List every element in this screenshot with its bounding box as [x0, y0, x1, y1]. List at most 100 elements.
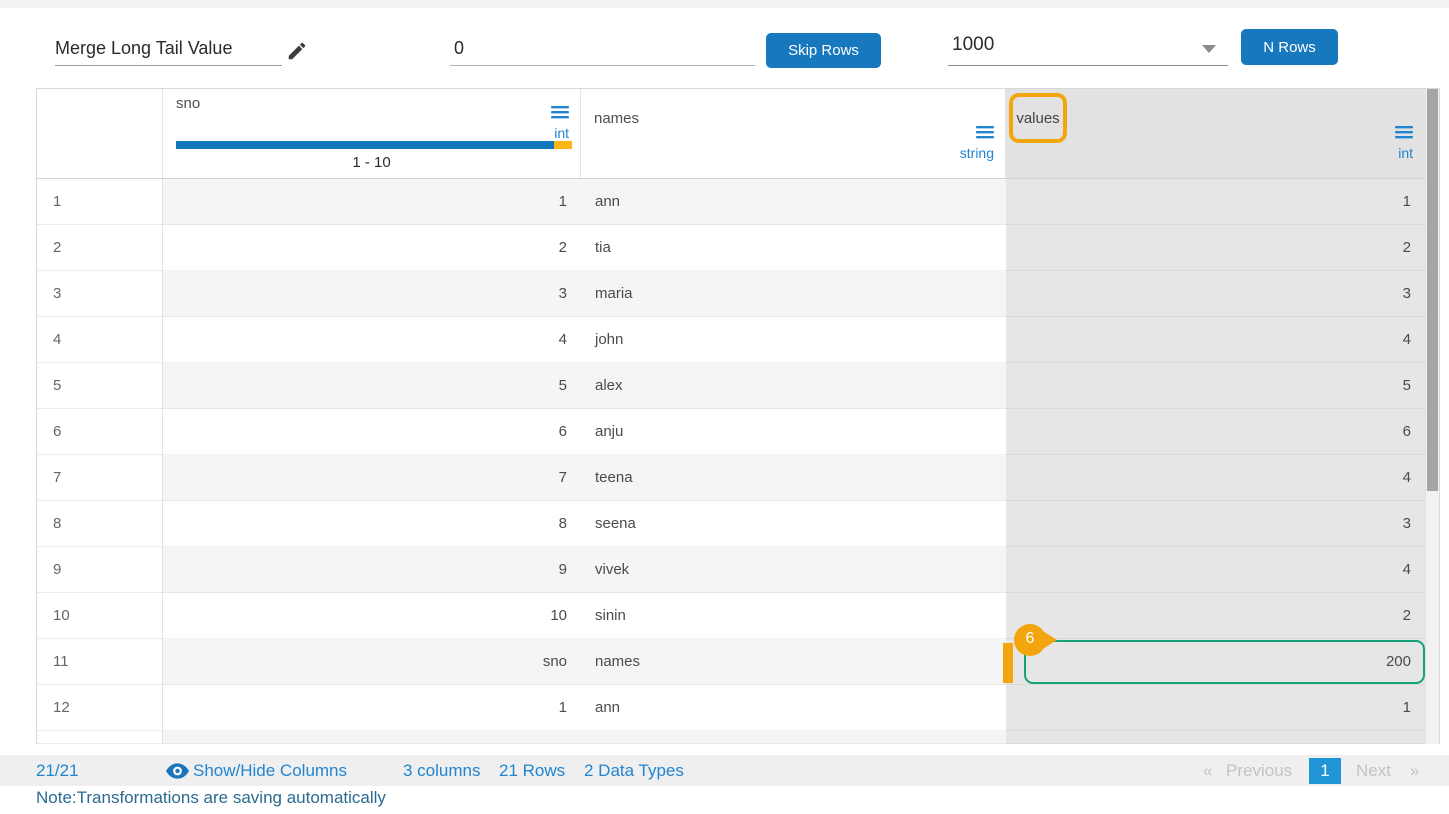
row-index-cell: 8: [37, 501, 163, 547]
values-cell[interactable]: 1 6: [1006, 179, 1425, 225]
sno-cell[interactable]: 4: [163, 317, 581, 363]
data-table: sno int 1 - 10 names string values int 1…: [36, 88, 1440, 744]
names-cell[interactable]: teena: [581, 455, 1006, 501]
sno-cell[interactable]: 3: [163, 271, 581, 317]
values-cell[interactable]: 5 6: [1006, 363, 1425, 409]
sno-cell[interactable]: 1: [163, 685, 581, 731]
table-row: 10 10 sinin 2 6: [37, 593, 1439, 639]
sno-cell[interactable]: 2: [163, 225, 581, 271]
table-row: 11 sno names 200 6: [37, 624, 1439, 685]
row-index-cell: 10: [37, 593, 163, 639]
row-index-cell: 7: [37, 455, 163, 501]
row-index-cell: 5: [37, 363, 163, 409]
rows-summary: 21 Rows: [499, 761, 566, 780]
current-page-button[interactable]: 1: [1309, 758, 1341, 784]
selected-column-highlight-box[interactable]: values: [1009, 93, 1067, 143]
histogram-bar-tip: [554, 141, 572, 149]
next-page-icon[interactable]: »: [1410, 761, 1419, 781]
names-cell[interactable]: vivek: [581, 547, 1006, 593]
top-strip: [0, 0, 1449, 8]
sno-cell[interactable]: 1: [163, 179, 581, 225]
annotation-badge-icon: 6: [1014, 624, 1058, 656]
names-cell[interactable]: names: [581, 639, 1006, 685]
n-rows-select[interactable]: 1000: [948, 30, 1228, 66]
row-index-cell: 9: [37, 547, 163, 593]
table-header: sno int 1 - 10 names string values int: [37, 89, 1439, 179]
autosave-note: Note:Transformations are saving automati…: [36, 788, 386, 807]
status-bar: 21/21 Show/Hide Columns 3 columns 21 Row…: [0, 755, 1449, 786]
chevron-down-icon: [1202, 45, 1216, 53]
eye-icon: [166, 763, 189, 779]
values-cell[interactable]: 3 6: [1006, 501, 1425, 547]
scrollbar-thumb[interactable]: [1427, 89, 1438, 491]
names-cell[interactable]: maria: [581, 271, 1006, 317]
names-cell[interactable]: tia: [581, 225, 1006, 271]
selected-cell-outline: [1024, 640, 1425, 684]
toolbar: Skip Rows 1000 N Rows: [0, 8, 1449, 88]
transform-name-input[interactable]: [55, 32, 282, 66]
sno-cell[interactable]: 10: [163, 593, 581, 639]
values-cell[interactable]: 2 6: [1006, 593, 1425, 639]
previous-page-icon[interactable]: «: [1203, 761, 1212, 781]
values-cell[interactable]: 2 6: [1006, 225, 1425, 271]
table-row: 4 4 john 4 6: [37, 317, 1439, 363]
column-type-badge: int: [1398, 145, 1413, 161]
column-header-names: names string: [581, 89, 1006, 178]
column-label: names: [594, 110, 640, 127]
table-row: 9 9 vivek 4 6: [37, 547, 1439, 593]
table-row: 7 7 teena 4 6: [37, 455, 1439, 501]
table-row: 2 2 tia 2 6: [37, 225, 1439, 271]
n-rows-button[interactable]: N Rows: [1241, 29, 1338, 65]
names-cell[interactable]: alex: [581, 363, 1006, 409]
values-cell[interactable]: 4 6: [1006, 317, 1425, 363]
sno-cell[interactable]: 5: [163, 363, 581, 409]
vertical-scrollbar[interactable]: [1425, 89, 1439, 744]
column-menu-icon[interactable]: [551, 106, 569, 119]
annotation-bar: [1003, 643, 1013, 683]
table-row: 5 5 alex 5 6: [37, 363, 1439, 409]
values-cell[interactable]: 200 6: [1003, 624, 1425, 685]
row-index-cell: 2: [37, 225, 163, 271]
row-index-cell: 12: [37, 685, 163, 731]
table-row: 3 3 maria 3 6: [37, 271, 1439, 317]
column-header-values: values int: [1006, 89, 1425, 178]
edit-pencil-icon[interactable]: [286, 39, 308, 63]
previous-page-button[interactable]: Previous: [1226, 761, 1292, 781]
skip-rows-input[interactable]: [450, 32, 755, 66]
table-row: 8 8 seena 3 6: [37, 501, 1439, 547]
index-header-cell: [37, 89, 163, 178]
column-type-badge: string: [959, 145, 994, 161]
names-cell[interactable]: ann: [581, 179, 1006, 225]
row-index-cell: 4: [37, 317, 163, 363]
values-cell[interactable]: 4 6: [1006, 455, 1425, 501]
histogram-bar: [176, 141, 572, 149]
row-index-cell: 6: [37, 409, 163, 455]
values-cell[interactable]: 4 6: [1006, 547, 1425, 593]
show-hide-columns-button[interactable]: Show/Hide Columns: [193, 761, 347, 781]
row-index-cell: 11: [37, 639, 163, 685]
names-cell[interactable]: sinin: [581, 593, 1006, 639]
sno-cell[interactable]: 7: [163, 455, 581, 501]
column-menu-icon[interactable]: [976, 126, 994, 139]
names-cell[interactable]: seena: [581, 501, 1006, 547]
names-cell[interactable]: ann: [581, 685, 1006, 731]
skip-rows-button[interactable]: Skip Rows: [766, 33, 881, 68]
column-type-badge: int: [554, 125, 569, 141]
next-page-button[interactable]: Next: [1356, 761, 1391, 781]
n-rows-value: 1000: [952, 34, 995, 55]
column-label: sno: [176, 95, 201, 112]
sno-cell[interactable]: 6: [163, 409, 581, 455]
table-row-partial: [37, 731, 1439, 744]
rows-shown-count: 21/21: [36, 761, 79, 780]
names-cell[interactable]: john: [581, 317, 1006, 363]
column-header-sno: sno int 1 - 10: [163, 89, 581, 178]
names-cell[interactable]: anju: [581, 409, 1006, 455]
values-cell[interactable]: 3 6: [1006, 271, 1425, 317]
values-cell[interactable]: 6 6: [1006, 409, 1425, 455]
sno-cell[interactable]: sno: [163, 639, 581, 685]
values-cell[interactable]: 1 6: [1006, 685, 1425, 731]
column-menu-icon[interactable]: [1395, 126, 1413, 139]
sno-cell[interactable]: 8: [163, 501, 581, 547]
table-row: 6 6 anju 6 6: [37, 409, 1439, 455]
sno-cell[interactable]: 9: [163, 547, 581, 593]
